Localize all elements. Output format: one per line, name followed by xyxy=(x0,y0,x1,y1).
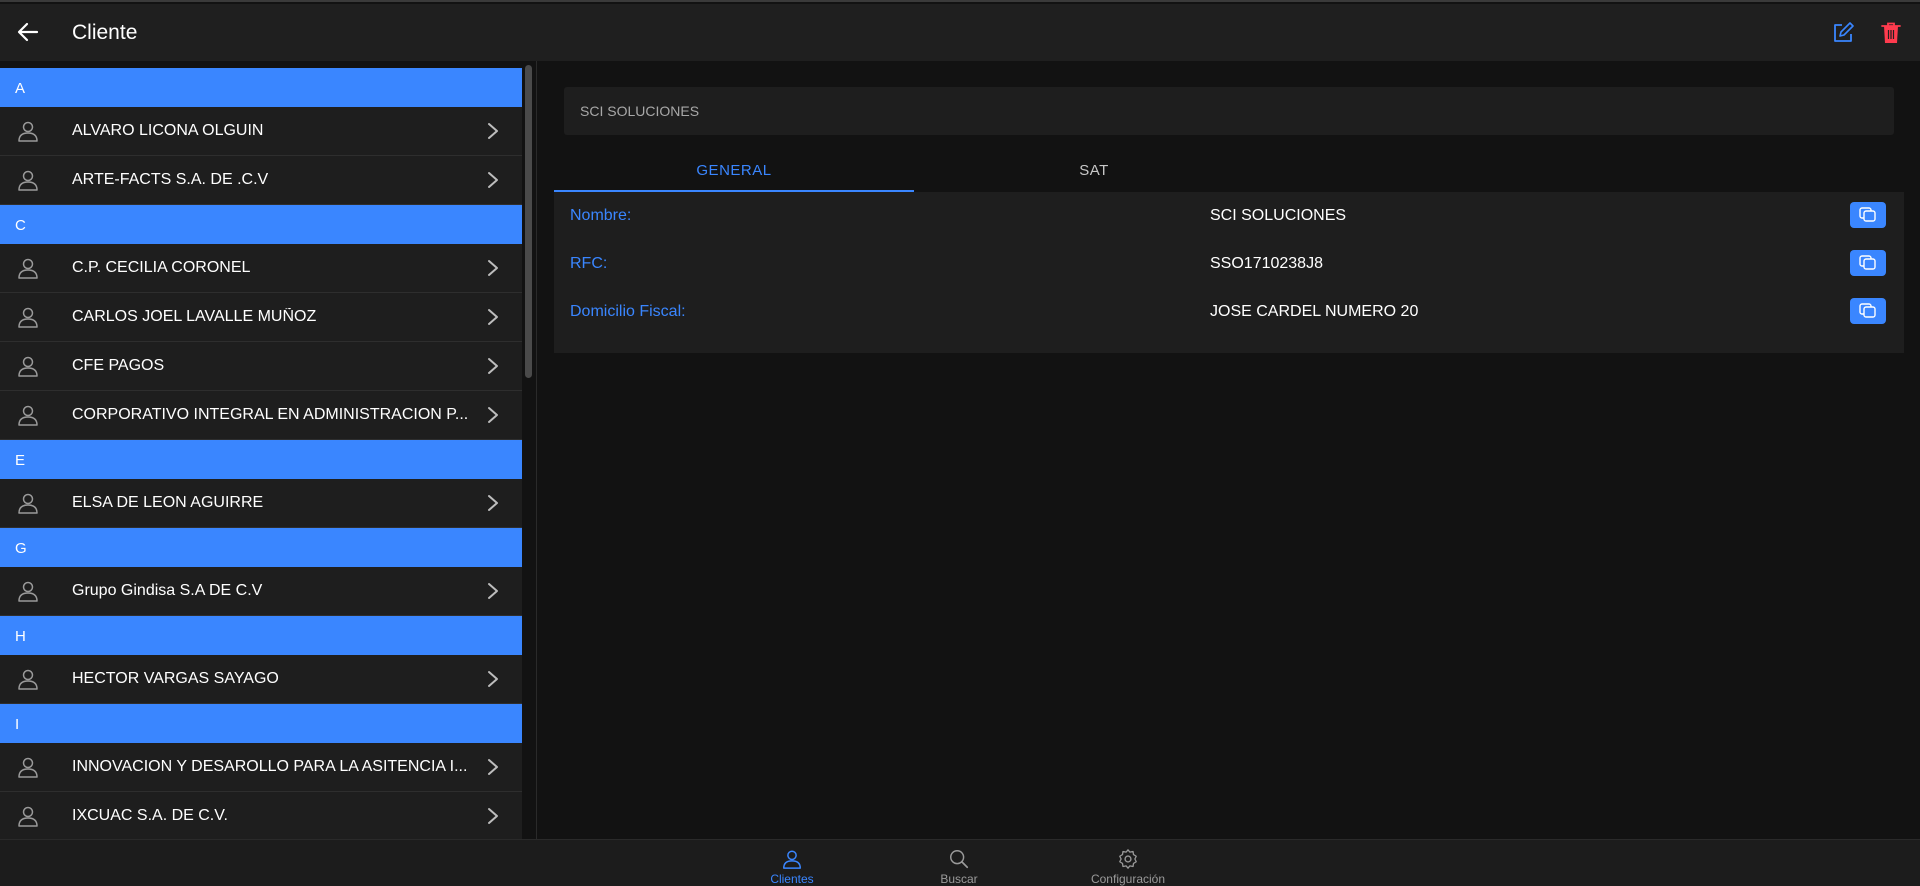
chevron-right-icon xyxy=(488,309,498,325)
chevron-right-icon xyxy=(488,495,498,511)
bottom-tab-bar: Clientes Buscar Configuración xyxy=(0,839,1920,886)
client-name: ELSA DE LEON AGUIRRE xyxy=(72,494,264,511)
person-icon xyxy=(18,258,38,279)
chevron-right-icon xyxy=(488,759,498,775)
client-detail-panel: SCI SOLUCIONES GENERAL SAT Nombre: SCI S… xyxy=(537,61,1920,839)
field-row-nombre: Nombre: SCI SOLUCIONES xyxy=(554,192,1904,240)
client-list-item[interactable]: ALVARO LICONA OLGUIN xyxy=(0,107,522,156)
person-icon xyxy=(18,669,38,690)
detail-tabs: GENERAL SAT xyxy=(554,147,1904,192)
client-name-bar[interactable]: SCI SOLUCIONES xyxy=(564,87,1894,135)
section-header-a: A xyxy=(0,68,522,107)
client-name: CORPORATIVO INTEGRAL EN ADMINISTRACION P… xyxy=(72,406,469,423)
bottom-tab-clientes[interactable]: Clientes xyxy=(737,848,847,886)
chevron-right-icon xyxy=(488,260,498,276)
person-icon xyxy=(18,757,38,778)
client-list-item[interactable]: HECTOR VARGAS SAYAGO xyxy=(0,655,522,704)
client-name: C.P. CECILIA CORONEL xyxy=(72,259,251,276)
client-list-item[interactable]: CORPORATIVO INTEGRAL EN ADMINISTRACION P… xyxy=(0,391,522,440)
bottom-tab-label: Configuración xyxy=(1090,872,1166,886)
list-scrollbar[interactable] xyxy=(525,65,532,378)
client-list-item[interactable]: CFE PAGOS xyxy=(0,342,522,391)
chevron-right-icon xyxy=(488,172,498,188)
top-header: Cliente xyxy=(0,4,1920,61)
person-icon xyxy=(18,493,38,514)
copy-button[interactable] xyxy=(1850,298,1886,324)
tab-general[interactable]: GENERAL xyxy=(554,147,914,192)
client-name: ARTE-FACTS S.A. DE .C.V xyxy=(72,171,269,188)
field-row-rfc: RFC: SSO1710238J8 xyxy=(554,240,1904,288)
client-name: CFE PAGOS xyxy=(72,357,165,374)
copy-icon xyxy=(1859,303,1876,318)
edit-icon xyxy=(1834,22,1854,42)
client-name: Grupo Gindisa S.A DE C.V xyxy=(72,582,263,599)
copy-icon xyxy=(1859,255,1876,270)
client-list-panel: A ALVARO LICONA OLGUIN ARTE-FACTS S.A. D… xyxy=(0,61,536,839)
client-list-item[interactable]: Grupo Gindisa S.A DE C.V xyxy=(0,567,522,616)
section-header-h: H xyxy=(0,616,522,655)
client-name: CARLOS JOEL LAVALLE MUÑOZ xyxy=(72,308,317,325)
chevron-right-icon xyxy=(488,583,498,599)
client-list: A ALVARO LICONA OLGUIN ARTE-FACTS S.A. D… xyxy=(0,68,522,839)
field-value: SSO1710238J8 xyxy=(1210,255,1323,272)
page-title: Cliente xyxy=(72,21,138,44)
chevron-right-icon xyxy=(488,123,498,139)
field-row-domicilio: Domicilio Fiscal: JOSE CARDEL NUMERO 20 xyxy=(554,288,1904,336)
back-button[interactable] xyxy=(14,18,42,46)
bottom-tab-label: Buscar xyxy=(940,872,978,886)
client-list-item[interactable]: C.P. CECILIA CORONEL xyxy=(0,244,522,293)
field-label: Nombre: xyxy=(570,207,632,224)
person-icon xyxy=(18,806,38,827)
person-icon xyxy=(18,405,38,426)
app-window: Cliente A ALVARO LICONA OLGUIN ARTE-FACT… xyxy=(0,0,1920,886)
section-header-g: G xyxy=(0,528,522,567)
chevron-right-icon xyxy=(488,407,498,423)
bottom-tab-buscar[interactable]: Buscar xyxy=(904,848,1014,886)
person-icon xyxy=(18,170,38,191)
person-icon xyxy=(18,307,38,328)
person-icon xyxy=(18,356,38,377)
client-name: HECTOR VARGAS SAYAGO xyxy=(72,670,279,687)
trash-icon xyxy=(1881,22,1901,43)
chevron-right-icon xyxy=(488,671,498,687)
client-list-item[interactable]: ARTE-FACTS S.A. DE .C.V xyxy=(0,156,522,205)
client-list-item[interactable]: INNOVACION Y DESAROLLO PARA LA ASITENCIA… xyxy=(0,743,522,792)
detail-card: Nombre: SCI SOLUCIONES RFC: SSO1710238J8… xyxy=(554,192,1904,353)
bottom-tab-label: Clientes xyxy=(770,872,814,886)
client-name: IXCUAC S.A. DE C.V. xyxy=(72,807,228,824)
arrow-left-icon xyxy=(17,22,39,42)
client-list-item[interactable]: IXCUAC S.A. DE C.V. xyxy=(0,792,522,839)
section-header-c: C xyxy=(0,205,522,244)
field-value: SCI SOLUCIONES xyxy=(1210,207,1347,224)
person-icon xyxy=(783,850,801,869)
edit-button[interactable] xyxy=(1830,20,1856,46)
field-value: JOSE CARDEL NUMERO 20 xyxy=(1210,303,1419,320)
section-header-e: E xyxy=(0,440,522,479)
search-icon xyxy=(950,850,969,869)
client-list-item[interactable]: ELSA DE LEON AGUIRRE xyxy=(0,479,522,528)
copy-button[interactable] xyxy=(1850,202,1886,228)
chevron-right-icon xyxy=(488,808,498,824)
client-list-item[interactable]: CARLOS JOEL LAVALLE MUÑOZ xyxy=(0,293,522,342)
person-icon xyxy=(18,121,38,142)
bottom-tab-configuracion[interactable]: Configuración xyxy=(1073,848,1183,886)
gear-icon xyxy=(1119,849,1137,869)
copy-icon xyxy=(1859,207,1876,222)
field-label: Domicilio Fiscal: xyxy=(570,303,686,320)
person-icon xyxy=(18,581,38,602)
section-header-i: I xyxy=(0,704,522,743)
chevron-right-icon xyxy=(488,358,498,374)
copy-button[interactable] xyxy=(1850,250,1886,276)
delete-button[interactable] xyxy=(1878,20,1904,46)
field-label: RFC: xyxy=(570,255,608,272)
client-name: ALVARO LICONA OLGUIN xyxy=(72,122,264,139)
client-name: INNOVACION Y DESAROLLO PARA LA ASITENCIA… xyxy=(72,758,468,775)
tab-sat[interactable]: SAT xyxy=(914,147,1274,192)
